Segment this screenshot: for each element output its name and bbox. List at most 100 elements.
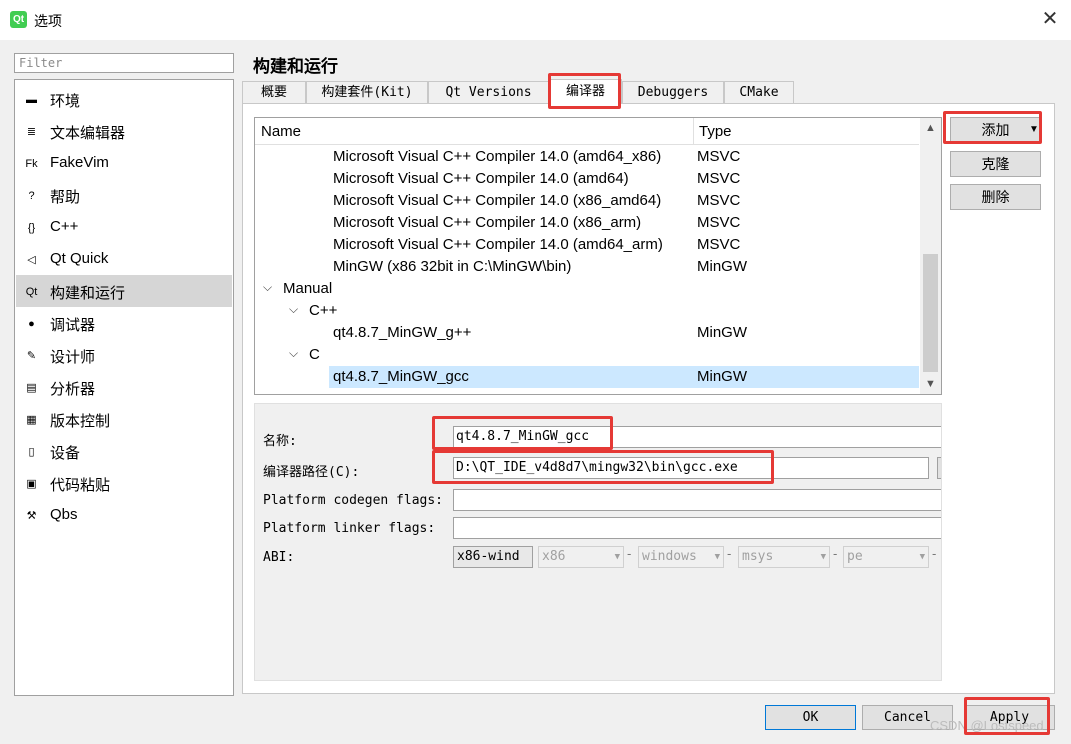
- codegen-flags-field[interactable]: [453, 489, 941, 511]
- tab[interactable]: 编译器: [549, 79, 622, 104]
- abi-flavor-select[interactable]: msys ▼: [738, 546, 830, 568]
- abi-arch-value: x86: [542, 549, 566, 564]
- abi-label: ABI:: [263, 550, 295, 565]
- tree-scrollbar[interactable]: ▲ ▼: [920, 118, 941, 394]
- sidebar-item[interactable]: ◁ Qt Quick: [16, 243, 232, 275]
- sidebar-item[interactable]: Fk FakeVim: [16, 147, 232, 179]
- abi-arch-select[interactable]: x86 ▼: [538, 546, 624, 568]
- compiler-tree[interactable]: Name Type Microsoft Visual C++ Compiler …: [254, 117, 942, 395]
- remove-button[interactable]: 删除: [950, 184, 1041, 210]
- chevron-down-icon: ▼: [919, 552, 925, 562]
- tab[interactable]: 概要: [242, 81, 306, 103]
- sidebar-item[interactable]: ▤ 分析器: [16, 371, 232, 403]
- tree-cell-type: MinGW: [697, 368, 747, 385]
- tree-cell-type: MSVC: [697, 214, 741, 231]
- window-title: 选项: [34, 13, 62, 29]
- tree-header: Name Type: [255, 118, 919, 145]
- tree-cell-type: MinGW: [697, 324, 747, 341]
- sidebar-item[interactable]: ▦ 版本控制: [16, 403, 232, 435]
- sidebar-item[interactable]: Qt 构建和运行: [16, 275, 232, 307]
- tree-row[interactable]: ⌵ C++: [255, 300, 919, 322]
- browse-button[interactable]: [937, 457, 941, 479]
- tree-row[interactable]: Microsoft Visual C++ Compiler 14.0 (amd6…: [255, 234, 919, 256]
- scroll-down-arrow-icon[interactable]: ▼: [920, 374, 941, 394]
- sidebar-item[interactable]: {} C++: [16, 211, 232, 243]
- abi-os-select[interactable]: windows ▼: [638, 546, 724, 568]
- code-paste-icon: ▣: [26, 478, 37, 490]
- chevron-down-icon[interactable]: ⌵: [289, 302, 298, 317]
- add-button[interactable]: 添加 ▼: [950, 117, 1041, 143]
- sidebar-item[interactable]: ✎ 设计师: [16, 339, 232, 371]
- sidebar-item[interactable]: ≣ 文本编辑器: [16, 115, 232, 147]
- tree-cell-name: MinGW (x86 32bit in C:\MinGW\bin): [333, 258, 572, 275]
- filter-input[interactable]: [14, 53, 234, 73]
- ok-button[interactable]: OK: [765, 705, 856, 730]
- tree-cell-name: Microsoft Visual C++ Compiler 14.0 (x86_…: [333, 192, 662, 209]
- device-icon: ▯: [28, 446, 35, 458]
- compiler-path-field[interactable]: D:\QT_IDE_v4d8d7\mingw32\bin\gcc.exe: [453, 457, 929, 479]
- qtquick-icon: ◁: [27, 254, 36, 266]
- compiler-details-panel: 名称: qt4.8.7_MinGW_gcc 编译器路径(C): D:\QT_ID…: [254, 403, 942, 681]
- tree-row[interactable]: Microsoft Visual C++ Compiler 14.0 (amd6…: [255, 146, 919, 168]
- version-control-icon: ▦: [26, 414, 37, 426]
- sidebar-item[interactable]: ⚒ Qbs: [16, 499, 232, 531]
- tree-row[interactable]: Microsoft Visual C++ Compiler 14.0 (amd6…: [255, 168, 919, 190]
- column-header-type[interactable]: Type: [699, 123, 732, 140]
- tab[interactable]: Debuggers: [622, 81, 724, 103]
- tab[interactable]: Qt Versions: [428, 81, 549, 103]
- tree-row[interactable]: ⌵ Manual: [255, 278, 919, 300]
- tree-cell-type: MSVC: [697, 170, 741, 187]
- close-button[interactable]: ✕: [1040, 8, 1060, 30]
- sidebar-item-label: 调试器: [50, 317, 96, 334]
- sidebar-item[interactable]: ▯ 设备: [16, 435, 232, 467]
- tree-row[interactable]: Microsoft Visual C++ Compiler 14.0 (x86_…: [255, 190, 919, 212]
- sidebar-item[interactable]: ● 调试器: [16, 307, 232, 339]
- tree-cell-name: qt4.8.7_MinGW_g++: [333, 324, 472, 341]
- column-header-name[interactable]: Name: [261, 123, 301, 140]
- sidebar-item-label: 设备: [50, 445, 81, 462]
- scroll-thumb[interactable]: [923, 254, 938, 372]
- designer-icon: ✎: [26, 350, 37, 362]
- tree-cell-name: Microsoft Visual C++ Compiler 14.0 (x86_…: [333, 214, 642, 231]
- column-divider: [693, 118, 694, 145]
- tree-row[interactable]: ⌵ C: [255, 344, 919, 366]
- linker-flags-field[interactable]: [453, 517, 941, 539]
- abi-separator: -: [627, 546, 632, 561]
- sidebar-item-label: 设计师: [50, 349, 96, 366]
- abi-flavor-value: msys: [742, 549, 774, 564]
- sidebar-item[interactable]: ▬ 环境: [16, 83, 232, 115]
- chevron-down-icon[interactable]: ⌵: [263, 280, 272, 295]
- chevron-down-icon[interactable]: ⌵: [289, 346, 298, 361]
- tree-cell-name: Microsoft Visual C++ Compiler 14.0 (amd6…: [333, 170, 629, 187]
- sidebar-item[interactable]: ? 帮助: [16, 179, 232, 211]
- tab[interactable]: 构建套件(Kit): [306, 81, 428, 103]
- abi-preset-value: x86-wind: [457, 549, 520, 564]
- fakevim-icon: Fk: [25, 157, 38, 170]
- tree-row[interactable]: MinGW (x86 32bit in C:\MinGW\bin) MinGW: [255, 256, 919, 278]
- tab[interactable]: CMake: [724, 81, 794, 103]
- abi-separator: -: [727, 546, 732, 561]
- clone-button[interactable]: 克隆: [950, 151, 1041, 177]
- abi-preset-select[interactable]: x86-wind: [453, 546, 533, 568]
- sidebar-item[interactable]: ▣ 代码粘贴: [16, 467, 232, 499]
- tree-cell-type: MSVC: [697, 192, 741, 209]
- tree-row[interactable]: Microsoft Visual C++ Compiler 14.0 (x86_…: [255, 212, 919, 234]
- tree-cell-name: C: [309, 346, 320, 363]
- tree-row[interactable]: qt4.8.7_MinGW_g++ MinGW: [255, 322, 919, 344]
- name-field[interactable]: qt4.8.7_MinGW_gcc: [453, 426, 941, 448]
- tree-cell-type: MSVC: [697, 148, 741, 165]
- text-editor-icon: ≣: [26, 126, 37, 138]
- sidebar-item-label: Qt Quick: [50, 250, 109, 267]
- codegen-flags-label: Platform codegen flags:: [263, 493, 444, 508]
- abi-separator: -: [833, 546, 838, 561]
- compiler-path-label: 编译器路径(C):: [263, 465, 360, 480]
- sidebar-item-label: 文本编辑器: [50, 125, 126, 142]
- abi-format-select[interactable]: pe ▼: [843, 546, 929, 568]
- tree-cell-name: qt4.8.7_MinGW_gcc: [333, 368, 469, 385]
- debugger-icon: ●: [28, 317, 35, 330]
- sidebar-item-label: 构建和运行: [50, 285, 126, 302]
- tree-row[interactable]: qt4.8.7_MinGW_gcc MinGW: [255, 366, 919, 388]
- tree-cell-name: Manual: [283, 280, 333, 297]
- scroll-up-arrow-icon[interactable]: ▲: [920, 118, 941, 138]
- qt-logo-icon: Qt: [10, 11, 27, 28]
